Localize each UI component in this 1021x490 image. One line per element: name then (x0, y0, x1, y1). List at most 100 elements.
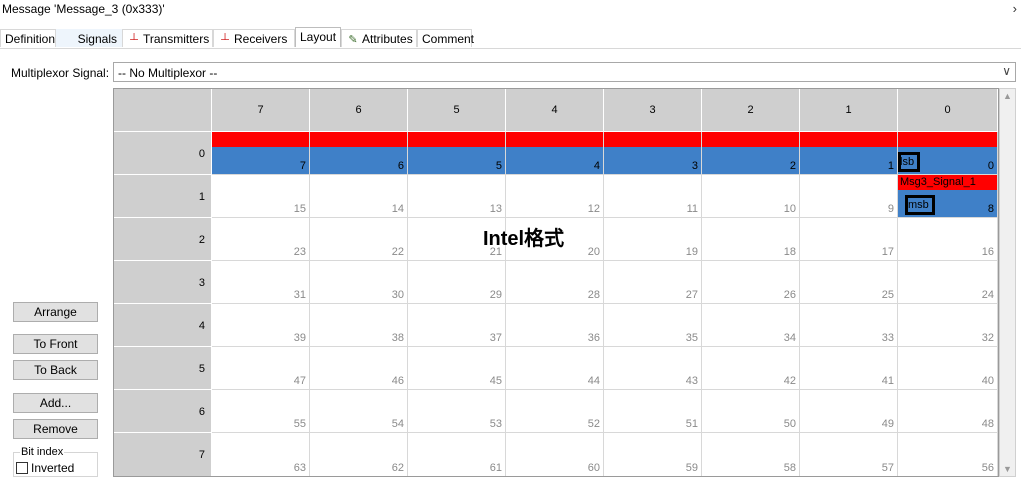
tab-receivers[interactable]: ┴ Receivers (213, 29, 295, 47)
signal-bit-fill[interactable] (604, 147, 701, 174)
signal-bar[interactable] (702, 132, 799, 147)
bit-cell[interactable]: 61 (408, 433, 506, 476)
tab-attributes[interactable]: ✎ Attributes (341, 29, 417, 47)
bit-cell[interactable]: 19 (604, 218, 702, 261)
bit-cell[interactable]: 5 (408, 132, 506, 175)
bit-cell[interactable]: 42 (702, 347, 800, 390)
bit-cell[interactable]: 18 (702, 218, 800, 261)
signal-bar[interactable] (800, 132, 897, 147)
bit-cell[interactable]: 33 (800, 304, 898, 347)
bit-cell[interactable]: 40 (898, 347, 998, 390)
bit-cell[interactable]: 35 (604, 304, 702, 347)
bit-cell[interactable]: 58 (702, 433, 800, 476)
bit-cell[interactable]: 15 (212, 175, 310, 218)
bit-cell[interactable]: 41 (800, 347, 898, 390)
signal-bit-fill[interactable] (800, 147, 897, 174)
chevron-down-icon[interactable]: ∨ (1002, 64, 1011, 78)
pencil-icon: ✎ (348, 34, 358, 46)
tab-definition[interactable]: Definition (0, 29, 56, 47)
bit-cell[interactable]: 28 (506, 261, 604, 304)
to-front-button[interactable]: To Front (13, 334, 98, 354)
tab-comment[interactable]: Comment (417, 29, 474, 47)
bit-cell[interactable]: 23 (212, 218, 310, 261)
signal-bit-fill[interactable] (506, 147, 603, 174)
signal-bar[interactable] (408, 132, 505, 147)
bit-cell[interactable]: 44 (506, 347, 604, 390)
bit-cell[interactable]: 55 (212, 390, 310, 433)
bit-cell[interactable]: 2 (702, 132, 800, 175)
bit-layout-grid[interactable]: 7 6 5 4 3 2 1 0 0 7 6 5 4 3 2 1 0 1 15 14 13 12 11 10 9 8 2 23 22 21 2… (113, 88, 999, 477)
bit-cell[interactable]: 4 (506, 132, 604, 175)
bit-cell[interactable]: 57 (800, 433, 898, 476)
vertical-scrollbar[interactable]: ▲ ▼ (999, 88, 1016, 477)
bit-cell[interactable]: 16 (898, 218, 998, 261)
bit-cell[interactable]: 7 (212, 132, 310, 175)
signal-bar[interactable] (310, 132, 407, 147)
signal-bit-fill[interactable] (310, 147, 407, 174)
bit-cell[interactable]: 50 (702, 390, 800, 433)
bit-cell[interactable]: 47 (212, 347, 310, 390)
add-button[interactable]: Add... (13, 393, 98, 413)
bit-cell[interactable]: 53 (408, 390, 506, 433)
tab-signals[interactable]: Signals (56, 29, 122, 47)
multiplexor-select[interactable]: -- No Multiplexor -- ∨ (113, 62, 1016, 82)
signal-bit-fill[interactable] (408, 147, 505, 174)
scroll-up-icon[interactable]: ▲ (1003, 91, 1012, 101)
bit-cell[interactable]: 63 (212, 433, 310, 476)
bit-cell[interactable]: 45 (408, 347, 506, 390)
bit-cell[interactable]: 11 (604, 175, 702, 218)
bit-cell[interactable]: 30 (310, 261, 408, 304)
bit-cell[interactable]: 13 (408, 175, 506, 218)
bit-number: 16 (981, 246, 994, 258)
bit-cell[interactable]: 29 (408, 261, 506, 304)
bit-cell[interactable]: 36 (506, 304, 604, 347)
bit-number: 26 (783, 289, 796, 301)
bit-cell[interactable]: 1 (800, 132, 898, 175)
signal-bar[interactable] (898, 132, 997, 147)
bit-cell[interactable]: 52 (506, 390, 604, 433)
bit-cell[interactable]: 32 (898, 304, 998, 347)
bit-cell[interactable]: 46 (310, 347, 408, 390)
bit-cell[interactable]: 26 (702, 261, 800, 304)
bit-cell[interactable]: 10 (702, 175, 800, 218)
scroll-down-icon[interactable]: ▼ (1003, 464, 1012, 474)
bit-cell[interactable]: 14 (310, 175, 408, 218)
tab-transmitters[interactable]: ┴ Transmitters (122, 29, 213, 47)
bit-cell[interactable]: 27 (604, 261, 702, 304)
chevron-right-icon[interactable]: › (1013, 1, 1017, 16)
signal-bar[interactable] (212, 132, 309, 147)
tab-layout[interactable]: Layout (295, 27, 341, 47)
bit-cell[interactable]: 56 (898, 433, 998, 476)
remove-button[interactable]: Remove (13, 419, 98, 439)
bit-cell[interactable]: 24 (898, 261, 998, 304)
bit-cell[interactable]: 48 (898, 390, 998, 433)
signal-bit-fill[interactable] (212, 147, 309, 174)
bit-cell[interactable]: 22 (310, 218, 408, 261)
to-back-button[interactable]: To Back (13, 360, 98, 380)
inverted-checkbox[interactable] (16, 462, 28, 474)
bit-cell[interactable]: 49 (800, 390, 898, 433)
bit-cell[interactable]: 25 (800, 261, 898, 304)
bit-cell[interactable]: 37 (408, 304, 506, 347)
bit-cell[interactable]: 59 (604, 433, 702, 476)
bit-cell[interactable]: 31 (212, 261, 310, 304)
bit-cell[interactable]: 6 (310, 132, 408, 175)
bit-cell[interactable]: 51 (604, 390, 702, 433)
signal-bar[interactable] (604, 132, 701, 147)
bit-cell[interactable]: 3 (604, 132, 702, 175)
bit-cell[interactable]: 62 (310, 433, 408, 476)
bit-cell[interactable]: 54 (310, 390, 408, 433)
bit-cell[interactable]: 43 (604, 347, 702, 390)
grid-corner (114, 89, 212, 132)
signal-bit-fill[interactable] (702, 147, 799, 174)
bit-cell[interactable]: 60 (506, 433, 604, 476)
bit-cell[interactable]: 12 (506, 175, 604, 218)
bit-cell[interactable]: 9 (800, 175, 898, 218)
signal-bar[interactable] (506, 132, 603, 147)
bit-cell[interactable]: 38 (310, 304, 408, 347)
tab-label: Layout (300, 30, 337, 44)
bit-cell[interactable]: 34 (702, 304, 800, 347)
arrange-button[interactable]: Arrange (13, 302, 98, 322)
bit-cell[interactable]: 17 (800, 218, 898, 261)
bit-cell[interactable]: 39 (212, 304, 310, 347)
